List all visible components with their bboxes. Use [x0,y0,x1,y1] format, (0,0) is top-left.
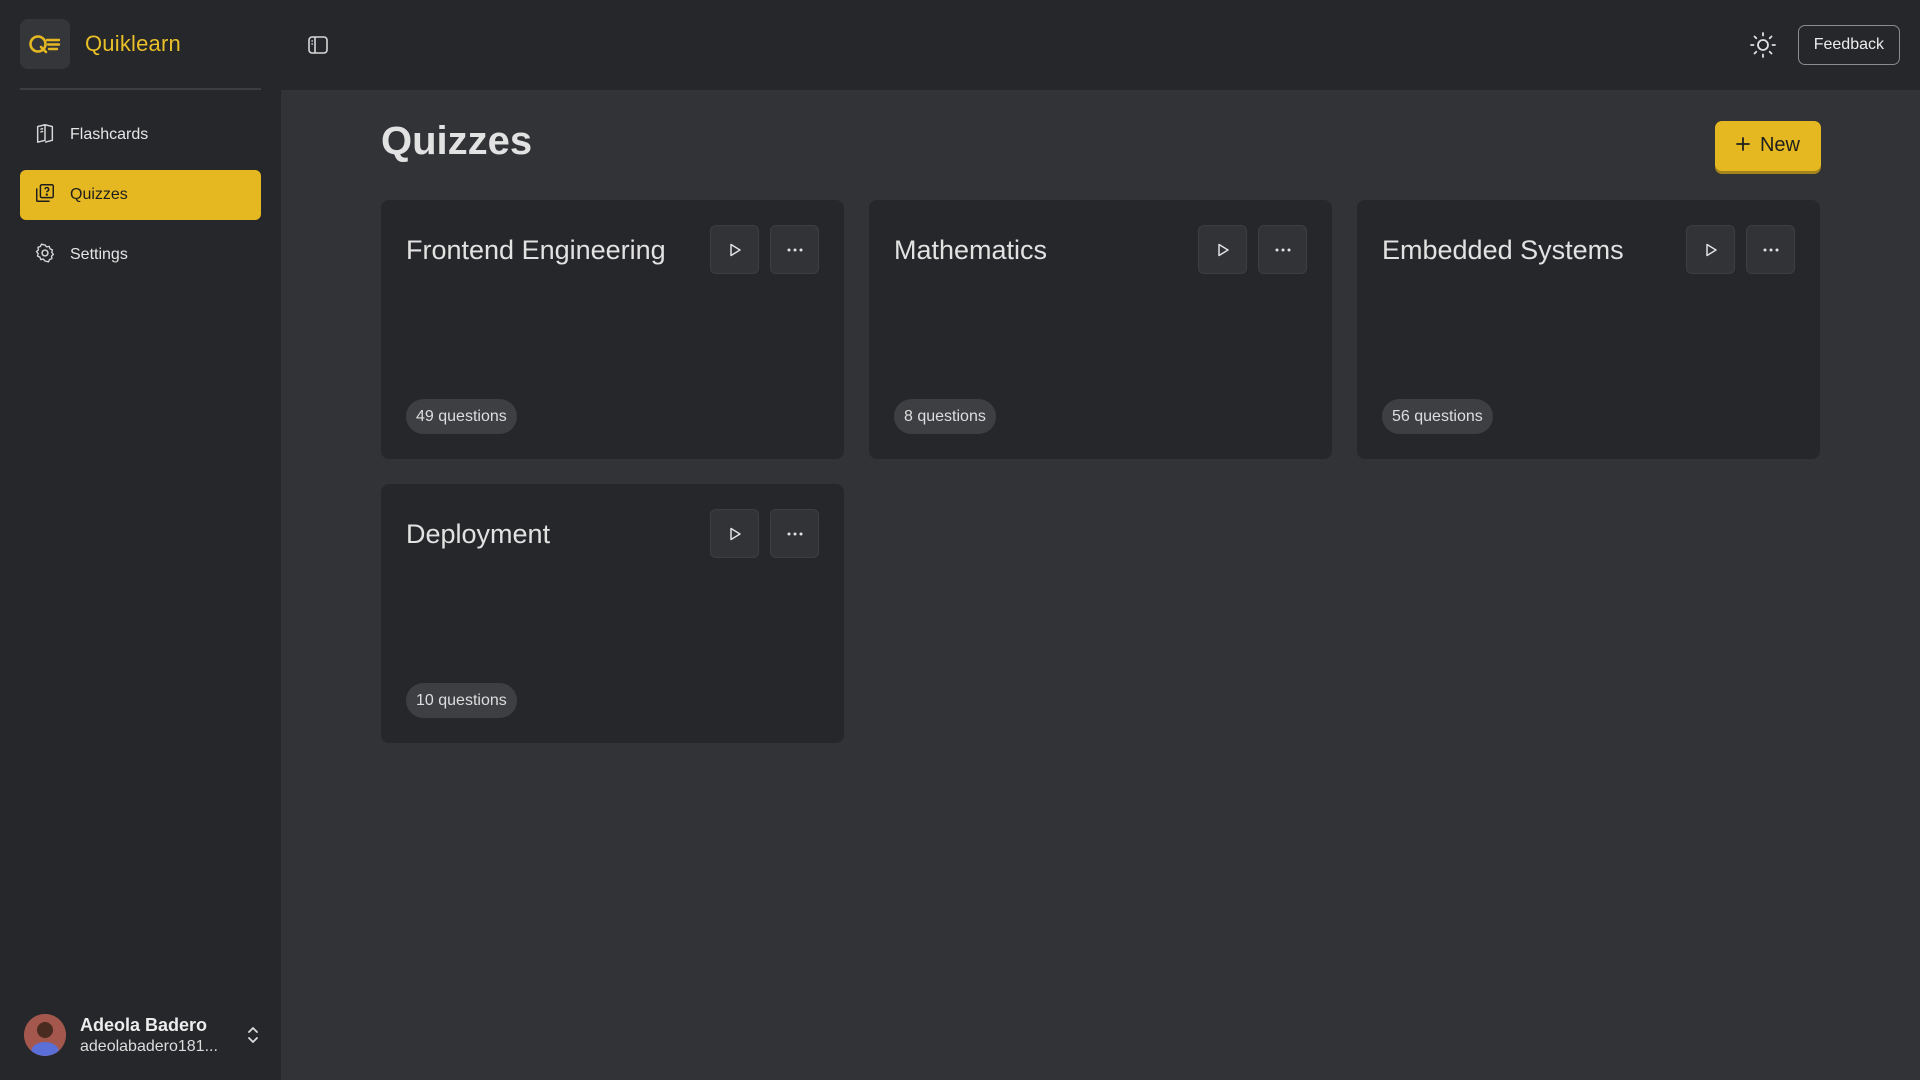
play-button[interactable] [1198,225,1247,274]
play-icon [1217,243,1229,256]
feedback-button[interactable]: Feedback [1797,25,1900,65]
play-icon [729,527,741,540]
new-quiz-button[interactable]: New [1714,120,1821,171]
sidebar-nav: Flashcards Quizzes Settings [0,90,281,280]
more-options-button[interactable] [770,509,819,558]
plus-icon [1736,134,1750,157]
ellipsis-icon [787,532,802,535]
sidebar-item-settings[interactable]: Settings [20,230,261,280]
ellipsis-icon [1763,248,1778,251]
book-icon [34,122,56,149]
sun-icon[interactable] [1746,28,1780,62]
quiz-icon [34,182,56,209]
quiz-card[interactable]: Mathematics 8 questions [869,200,1332,459]
card-actions [710,509,819,558]
play-icon [1705,243,1717,256]
quiz-card[interactable]: Deployment 10 questions [381,484,844,743]
play-button[interactable] [1686,225,1735,274]
play-button[interactable] [710,225,759,274]
topbar: Feedback [281,0,1920,90]
user-menu[interactable]: Adeola Badero adeolabadero181... [0,990,281,1080]
page-header: Quizzes New [381,90,1821,193]
sidebar-toggle-icon[interactable] [301,28,335,62]
question-count-badge: 49 questions [406,399,517,434]
logo-icon [20,19,70,69]
user-info: Adeola Badero adeolabadero181... [80,1015,233,1056]
sidebar-item-label: Settings [70,246,128,263]
question-count-badge: 56 questions [1382,399,1493,434]
chevron-up-down-icon[interactable] [247,1026,259,1044]
question-count-badge: 10 questions [406,683,517,718]
sidebar-item-flashcards[interactable]: Flashcards [20,110,261,160]
card-actions [710,225,819,274]
question-count-badge: 8 questions [894,399,996,434]
play-icon [729,243,741,256]
quiz-card[interactable]: Frontend Engineering 49 questions [381,200,844,459]
gear-icon [34,242,56,269]
more-options-button[interactable] [770,225,819,274]
user-email: adeolabadero181... [80,1037,218,1055]
more-options-button[interactable] [1746,225,1795,274]
new-quiz-label: New [1759,134,1800,156]
ellipsis-icon [1275,248,1290,251]
more-options-button[interactable] [1258,225,1307,274]
sidebar: Quiklearn Flashcards Quizzes Settings Ad… [0,0,281,1080]
page-title: Quizzes [381,119,533,163]
sidebar-item-label: Quizzes [70,186,128,203]
ellipsis-icon [787,248,802,251]
user-name: Adeola Badero [80,1014,208,1035]
sidebar-item-quizzes[interactable]: Quizzes [20,170,261,220]
sidebar-item-label: Flashcards [70,126,149,143]
quiz-grid: Frontend Engineering 49 questions Mathem… [381,200,1821,743]
brand[interactable]: Quiklearn [20,0,261,90]
brand-name: Quiklearn [85,31,181,56]
main-content: Quizzes New Frontend Engineering 49 ques… [381,90,1821,743]
card-actions [1686,225,1795,274]
card-actions [1198,225,1307,274]
avatar [24,1014,66,1056]
play-button[interactable] [710,509,759,558]
quiz-card[interactable]: Embedded Systems 56 questions [1357,200,1820,459]
